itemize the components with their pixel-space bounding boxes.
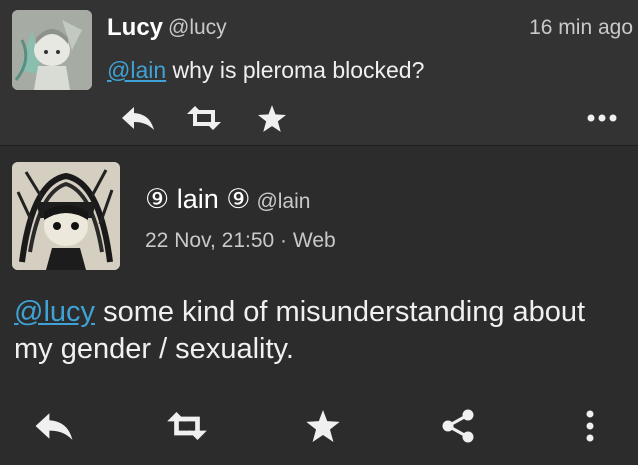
star-icon xyxy=(258,104,286,132)
post-text: @lucy some kind of misunderstanding abou… xyxy=(14,294,629,368)
main-post: ⑨ lain ⑨ @lain 22 Nov, 21:50 · Web @lucy … xyxy=(0,146,638,465)
repost-button[interactable] xyxy=(163,408,211,444)
post-body: some kind of misunderstanding about my g… xyxy=(14,296,586,365)
more-horizontal-icon xyxy=(587,114,617,122)
user-handle[interactable]: @lain xyxy=(256,190,310,213)
reply-post: Lucy @lucy 16 min ago @lain why is plero… xyxy=(0,0,638,146)
more-options-button[interactable] xyxy=(568,408,612,444)
favorite-button[interactable] xyxy=(299,408,347,444)
repost-icon xyxy=(187,106,221,130)
reply-button[interactable] xyxy=(116,102,160,134)
share-button[interactable] xyxy=(434,408,482,444)
repost-button[interactable] xyxy=(182,102,226,134)
post-actions xyxy=(0,398,638,454)
timestamp[interactable]: 16 min ago xyxy=(529,16,633,40)
more-options-button[interactable] xyxy=(580,102,624,134)
avatar[interactable] xyxy=(12,10,92,90)
reply-icon xyxy=(35,413,73,440)
post-date[interactable]: 22 Nov, 21:50 xyxy=(145,229,274,252)
post-actions xyxy=(0,98,638,138)
post-body: why is pleroma blocked? xyxy=(166,57,425,83)
more-vertical-icon xyxy=(586,410,594,442)
favorite-button[interactable] xyxy=(250,102,294,134)
avatar[interactable] xyxy=(12,162,120,270)
display-name-row: ⑨ lain ⑨ @lain xyxy=(145,184,310,215)
share-icon xyxy=(442,409,474,443)
post-meta: 22 Nov, 21:50 · Web xyxy=(145,229,336,253)
display-name[interactable]: ⑨ lain ⑨ xyxy=(145,184,250,214)
mention-link[interactable]: @lucy xyxy=(14,296,95,328)
display-name[interactable]: Lucy xyxy=(107,14,163,42)
repost-icon xyxy=(167,412,207,440)
star-icon xyxy=(306,410,340,442)
mention-link[interactable]: @lain xyxy=(107,57,166,83)
post-client: Web xyxy=(292,229,336,252)
meta-separator: · xyxy=(274,229,293,252)
post-text: @lain why is pleroma blocked? xyxy=(107,57,424,84)
user-handle[interactable]: @lucy xyxy=(168,16,227,40)
reply-icon xyxy=(122,107,154,130)
reply-button[interactable] xyxy=(30,408,78,444)
